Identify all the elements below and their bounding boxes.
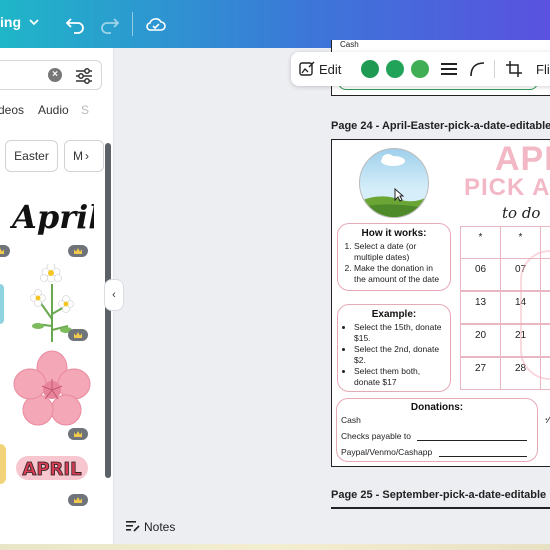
flip-button[interactable]: Flip <box>536 62 550 77</box>
how-it-works-list: Select a date (or multiple dates) Make t… <box>342 241 446 285</box>
example-box: Example: Select the 15th, donate $15. Se… <box>337 304 451 392</box>
notes-button[interactable]: Notes <box>126 520 175 534</box>
partial-sticker[interactable] <box>0 284 4 324</box>
clear-icon[interactable]: × <box>48 68 62 82</box>
example-title: Example: <box>371 309 417 320</box>
mode-label: ing <box>0 14 21 30</box>
color-swatch-3[interactable] <box>411 60 429 78</box>
premium-crown-icon <box>68 428 88 440</box>
april-banner-sticker[interactable]: APRIL <box>14 448 90 486</box>
suggestion-chips: Easter M › <box>0 140 113 172</box>
elements-panel: × deos Audio S Easter M › April APRIL <box>0 48 114 550</box>
list-item: Select them both, donate $17 <box>354 366 446 388</box>
image-context-toolbar: Edit Flip <box>291 52 550 86</box>
bunny-outline-decoration <box>520 250 550 380</box>
edit-button[interactable]: Edit <box>319 62 341 77</box>
chevron-right-icon: › <box>85 149 89 163</box>
redo-icon[interactable] <box>98 12 122 36</box>
tab-shapes[interactable]: S <box>81 103 89 117</box>
list-item: Make the donation in the amount of the d… <box>354 263 446 285</box>
notes-icon <box>126 520 140 532</box>
grid-cell: 06 <box>460 258 501 291</box>
april-script-sticker[interactable]: April <box>9 192 100 242</box>
partial-egg-sticker[interactable] <box>0 444 6 484</box>
toolbar-divider <box>132 12 133 36</box>
how-it-works-box: How it works: Select a date (or multiple… <box>337 223 451 291</box>
chip-more[interactable]: M › <box>64 140 104 172</box>
notes-label: Notes <box>144 520 176 534</box>
pink-blossom-sticker[interactable] <box>12 350 92 426</box>
donation-paypal-label: Paypal/Venmo/Cashapp <box>341 447 433 457</box>
filter-icon[interactable] <box>73 66 95 86</box>
how-it-works-title: How it works: <box>361 228 427 239</box>
crop-icon[interactable] <box>506 61 522 77</box>
donation-line-checks: Checks payable to <box>341 431 533 441</box>
chip-more-label: M <box>73 149 83 163</box>
prev-cash-label: Cash <box>340 40 359 49</box>
fill-in-line <box>417 440 527 441</box>
grid-cell: * <box>460 226 501 259</box>
tab-videos[interactable]: deos <box>0 103 24 117</box>
donations-box: Donations: Cash Checks payable to Paypal… <box>336 398 538 462</box>
collapse-panel-button[interactable]: ‹ <box>104 279 124 311</box>
premium-crown-icon <box>68 494 88 506</box>
mouse-cursor-icon <box>394 187 405 202</box>
page-24-sheet[interactable]: APRI PICK A to do How it works: Select a… <box>331 139 550 467</box>
april-script-text: April <box>10 198 94 236</box>
category-tabs: deos Audio S <box>0 103 113 123</box>
bottom-edge-strip <box>0 544 550 550</box>
premium-crown-icon <box>68 245 88 257</box>
list-item: Select the 15th, donate $15. <box>354 322 446 344</box>
donations-title: Donations: <box>410 402 464 413</box>
page-25-title: Page 25 - September-pick-a-date-editable <box>331 489 547 501</box>
curve-icon[interactable] <box>469 61 485 77</box>
worksheet-subtitle: to do <box>502 204 541 222</box>
grid-cell: 27 <box>460 357 501 390</box>
search-input[interactable]: × <box>0 60 102 90</box>
chevron-down-icon <box>29 17 39 29</box>
list-item: Select the 2nd, donate $2. <box>354 344 446 366</box>
grid-cell: 20 <box>460 324 501 357</box>
selected-landscape-image[interactable] <box>359 148 429 218</box>
undo-icon[interactable] <box>63 12 87 36</box>
example-list: Select the 15th, donate $15. Select the … <box>342 322 446 388</box>
mode-dropdown[interactable]: ing <box>0 14 39 30</box>
fill-in-line <box>439 456 527 457</box>
grid-cell: 13 <box>460 291 501 324</box>
color-swatch-2[interactable] <box>386 60 404 78</box>
worksheet-title-pick: PICK A <box>464 174 550 201</box>
april-banner-text: APRIL <box>22 459 81 480</box>
lines-icon[interactable] <box>441 62 457 76</box>
page-25-sheet-edge[interactable] <box>331 507 550 509</box>
tab-audio[interactable]: Audio <box>38 103 69 117</box>
page-24-title: Page 24 - April-Easter-pick-a-date-edita… <box>331 120 550 132</box>
premium-crown-icon <box>0 245 10 257</box>
donation-line-cash: Cash <box>341 415 361 425</box>
donation-line-paypal: Paypal/Venmo/Cashapp <box>341 447 533 457</box>
color-swatch-1[interactable] <box>361 60 379 78</box>
chevron-left-icon: ‹ <box>112 289 116 301</box>
edit-image-icon[interactable] <box>299 61 315 77</box>
chip-easter[interactable]: Easter <box>5 140 58 172</box>
cloud-saved-icon[interactable] <box>144 12 168 36</box>
donation-checks-label: Checks payable to <box>341 431 411 441</box>
premium-crown-icon <box>68 329 88 341</box>
partial-decoration: ·⁄ <box>544 410 550 426</box>
toolbar-divider <box>494 60 495 78</box>
list-item: Select a date (or multiple dates) <box>354 241 446 263</box>
